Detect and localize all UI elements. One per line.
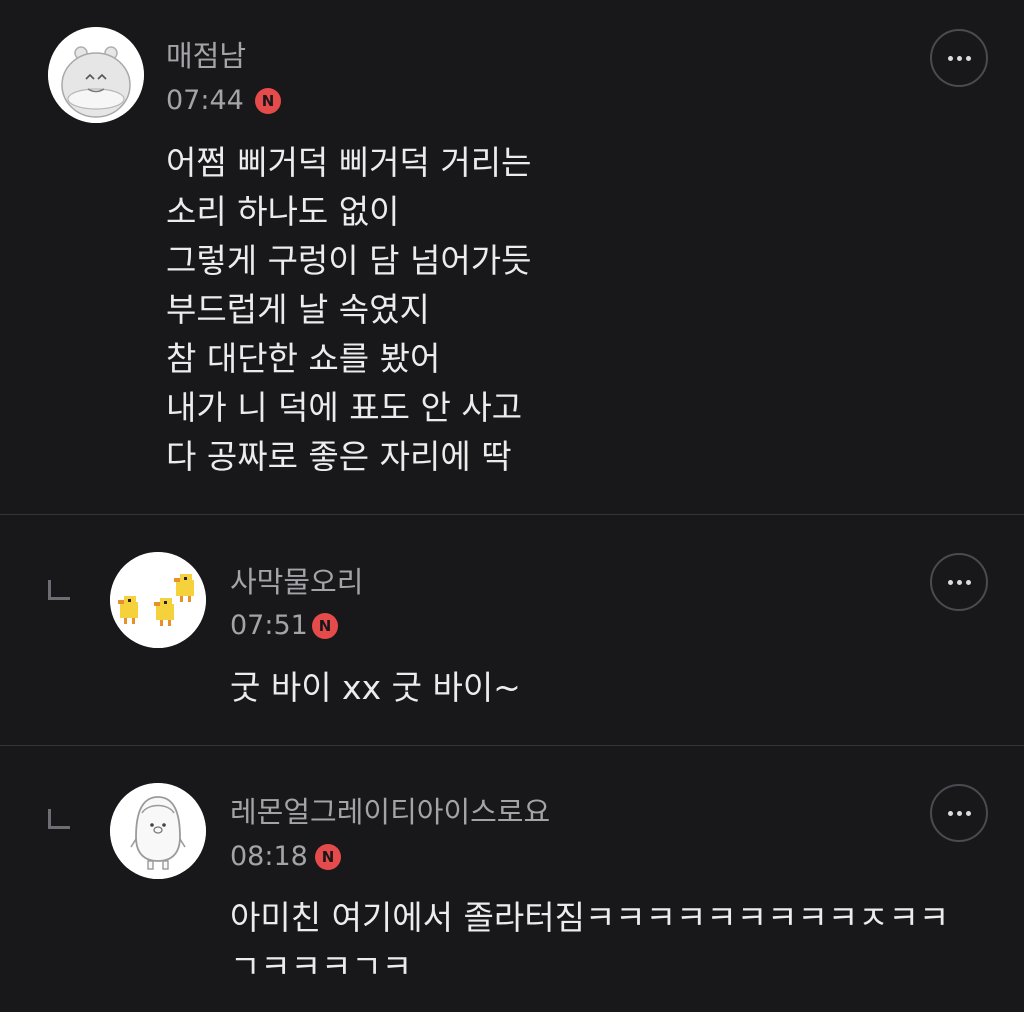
comment-nickname[interactable]: 사막물오리 — [230, 564, 363, 600]
new-badge: N — [312, 613, 338, 639]
more-options-button[interactable] — [930, 553, 988, 611]
more-dot — [965, 810, 971, 816]
more-dot — [965, 55, 971, 61]
comment-line: 부드럽게 날 속였지 — [166, 290, 430, 329]
more-dots-icon — [947, 810, 953, 816]
more-dots-icon — [947, 579, 953, 585]
comment-nickname[interactable]: 매점남 — [166, 38, 246, 74]
more-dots-icon — [947, 55, 953, 61]
reply-indicator-icon — [48, 580, 70, 600]
comment-line: 아미친 여기에서 졸라터짐ㅋㅋㅋㅋㅋㅋㅋㅋㅋㅈㅋㅋ — [230, 898, 950, 937]
more-options-button[interactable] — [930, 29, 988, 87]
comment-line: 다 공짜로 좋은 자리에 딱 — [166, 437, 512, 476]
reply-indicator-icon — [48, 809, 70, 829]
comment-line: ㄱㅋㅋㅋㄱㅋ — [230, 947, 413, 986]
more-options-button[interactable] — [930, 784, 988, 842]
comment-line: 어쩜 삐거덕 삐거덕 거리는 — [166, 143, 532, 182]
comment-line: 내가 니 덕에 표도 안 사고 — [166, 388, 523, 427]
comment-line: 굿 바이 xx 굿 바이~ — [230, 668, 521, 707]
hamster-avatar-icon — [48, 27, 144, 123]
penguin-avatar-icon — [110, 783, 206, 879]
comment-item: 매점남 07:44 N 어쩜 삐거덕 삐거덕 거리는 소리 하나도 없이 그렇게… — [0, 0, 1024, 514]
reply-item: 사막물오리 07:51 N 굿 바이 xx 굿 바이~ — [0, 515, 1024, 745]
comment-line: 참 대단한 쇼를 봤어 — [166, 339, 441, 378]
more-dot — [956, 810, 962, 816]
reply-item: 레몬얼그레이티아이스로요 08:18 N 아미친 여기에서 졸라터짐ㅋㅋㅋㅋㅋㅋ… — [0, 746, 1024, 1012]
more-dot — [965, 579, 971, 585]
comment-line: 소리 하나도 없이 — [166, 192, 400, 231]
ducklings-avatar-icon — [110, 552, 206, 648]
new-badge: N — [315, 844, 341, 870]
comment-nickname[interactable]: 레몬얼그레이티아이스로요 — [230, 794, 550, 830]
comment-time: 07:44 — [166, 85, 244, 116]
comment-time: 07:51 — [230, 610, 308, 641]
new-badge: N — [255, 88, 281, 114]
comment-body: 아미친 여기에서 졸라터짐ㅋㅋㅋㅋㅋㅋㅋㅋㅋㅈㅋㅋ ㄱㅋㅋㅋㄱㅋ — [230, 893, 949, 991]
avatar[interactable] — [110, 783, 206, 879]
comment-body: 어쩜 삐거덕 삐거덕 거리는 소리 하나도 없이 그렇게 구렁이 담 넘어가듯 … — [166, 138, 531, 481]
avatar[interactable] — [110, 552, 206, 648]
comment-time: 08:18 — [230, 841, 308, 872]
more-dot — [956, 579, 962, 585]
more-dot — [956, 55, 962, 61]
comment-line: 그렇게 구렁이 담 넘어가듯 — [166, 241, 532, 280]
comment-body: 굿 바이 xx 굿 바이~ — [230, 663, 521, 712]
avatar[interactable] — [48, 27, 144, 123]
